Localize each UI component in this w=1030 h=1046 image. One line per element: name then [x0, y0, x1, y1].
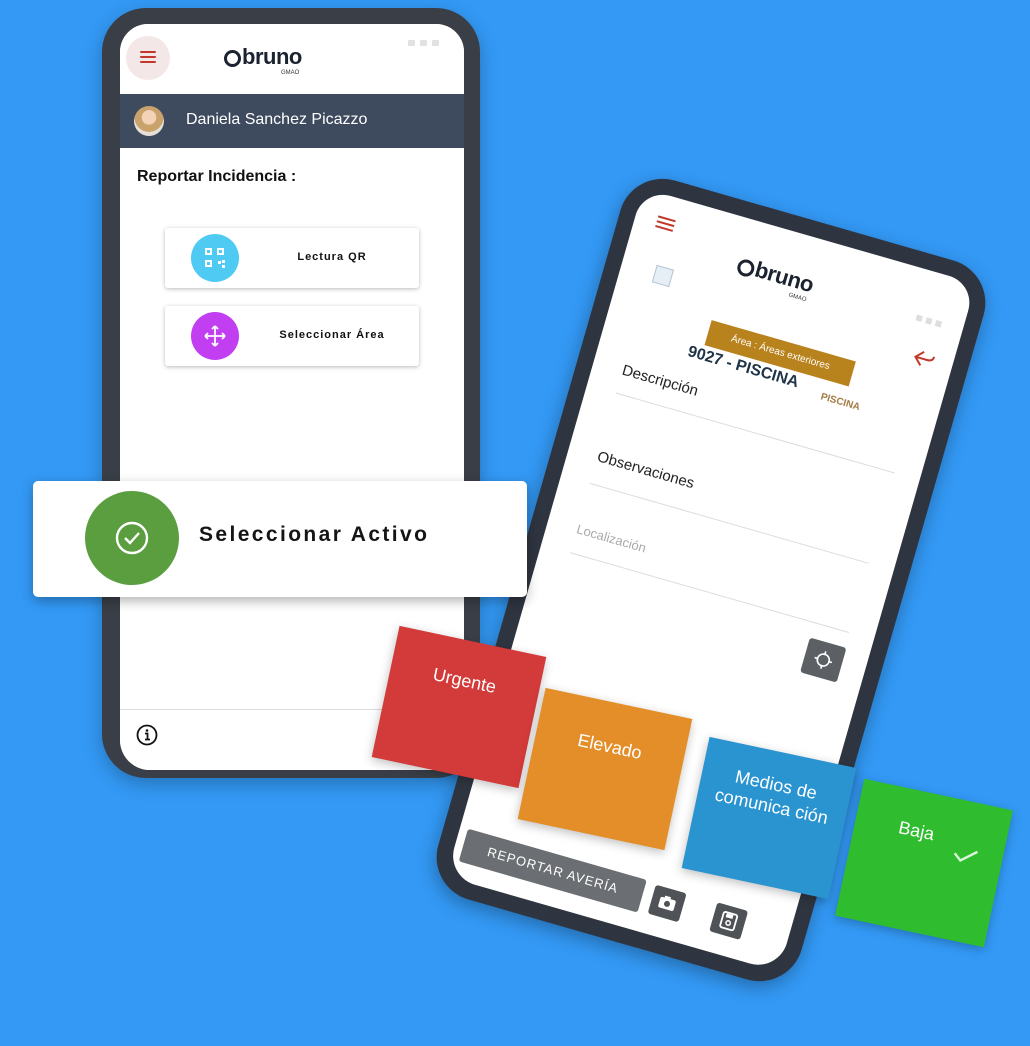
localizacion-placeholder: Localización	[574, 521, 648, 556]
info-icon[interactable]	[136, 724, 158, 746]
location-button[interactable]	[800, 637, 847, 683]
lectura-qr-label: Lectura QR	[297, 251, 367, 263]
descripcion-label: Descripción	[620, 361, 701, 400]
user-name: Daniela Sanchez Picazzo	[186, 111, 368, 128]
camera-button[interactable]	[647, 884, 687, 923]
avatar[interactable]	[134, 106, 164, 136]
back-arrow-icon[interactable]	[911, 348, 937, 371]
priority-urgente-label: Urgente	[431, 664, 499, 698]
seleccionar-activo-button[interactable]: Seleccionar Activo	[33, 481, 527, 597]
reportar-averia-button[interactable]: REPORTAR AVERÍA	[458, 828, 647, 913]
menu-button[interactable]	[126, 36, 170, 80]
hamburger-menu-icon[interactable]	[655, 215, 676, 233]
save-button[interactable]	[709, 902, 749, 940]
hamburger-menu-icon	[140, 51, 156, 64]
seleccionar-area-label: Seleccionar Área	[279, 329, 385, 341]
check-circle-icon	[85, 491, 179, 585]
priority-baja[interactable]: Baja	[835, 778, 1013, 948]
lectura-qr-button[interactable]: Lectura QR	[165, 228, 419, 288]
broken-image-icon	[651, 264, 675, 288]
bruno-logo: bruno GMAO	[224, 44, 344, 88]
seleccionar-activo-label: Seleccionar Activo	[199, 523, 430, 546]
camera-icon	[658, 895, 676, 911]
priority-medios-label: Medios de comunica ción	[713, 766, 830, 829]
priority-elevado-label: Elevado	[575, 729, 644, 764]
crosshair-icon	[814, 651, 833, 669]
observaciones-label: Observaciones	[595, 448, 697, 493]
qr-code-icon	[191, 234, 239, 282]
bruno-logo: bruno GMAO	[730, 252, 857, 327]
status-icons	[915, 314, 946, 329]
asset-tag: PISCINA	[819, 391, 862, 414]
seleccionar-area-button[interactable]: Seleccionar Área	[165, 306, 419, 366]
move-arrows-icon	[191, 312, 239, 360]
user-bar: Daniela Sanchez Picazzo	[120, 94, 464, 148]
page-title: Reportar Incidencia :	[137, 168, 297, 185]
status-icons	[408, 40, 448, 46]
save-icon	[719, 911, 739, 932]
top-bar: bruno GMAO	[120, 24, 464, 94]
